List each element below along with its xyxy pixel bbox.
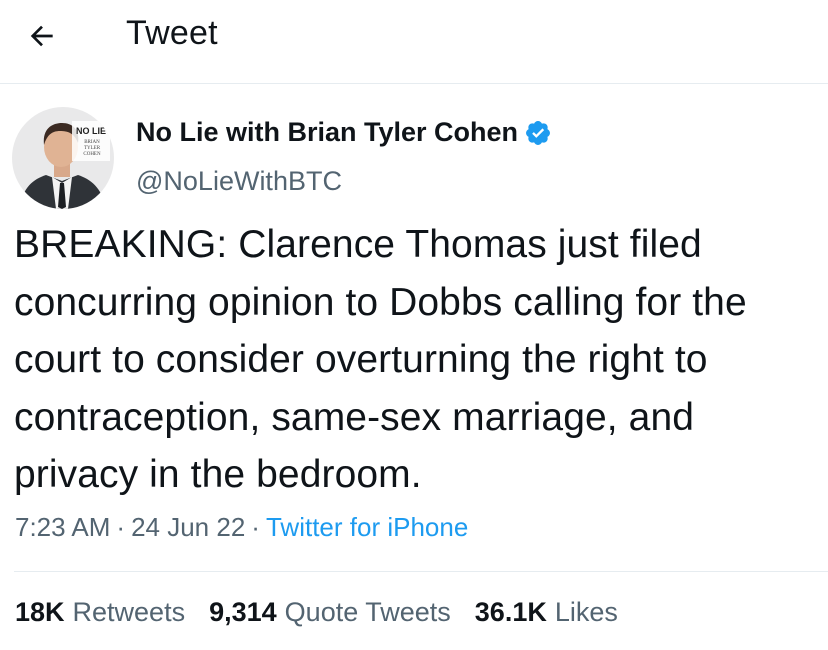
back-button[interactable] <box>22 16 62 56</box>
tweet-stats: 18K Retweets 9,314 Quote Tweets 36.1K Likes <box>15 597 642 628</box>
likes-count: 36.1K <box>474 597 547 627</box>
meta-separator: · <box>116 512 126 542</box>
avatar-logo-text: NO LIE <box>76 126 106 136</box>
retweets-stat[interactable]: 18K Retweets <box>15 597 185 628</box>
quote-tweets-stat[interactable]: 9,314 Quote Tweets <box>209 597 451 628</box>
tweet-date[interactable]: 24 Jun 22 <box>131 512 245 542</box>
quotes-label: Quote Tweets <box>284 597 451 627</box>
divider <box>14 571 828 572</box>
svg-text:COHEN: COHEN <box>83 152 101 157</box>
svg-text:TYLER: TYLER <box>84 146 101 151</box>
svg-text:BRIAN: BRIAN <box>84 140 100 145</box>
tweet-time[interactable]: 7:23 AM <box>15 512 110 542</box>
author-handle[interactable]: @NoLieWithBTC <box>136 166 342 197</box>
retweets-count: 18K <box>15 597 65 627</box>
meta-separator: · <box>251 512 260 542</box>
tweet-meta: 7:23 AM · 24 Jun 22 · Twitter for iPhone <box>15 512 468 543</box>
tweet-text: BREAKING: Clarence Thomas just filed con… <box>14 223 747 496</box>
avatar-image: NO LIE BRIAN TYLER COHEN <box>12 107 114 209</box>
tweet-source-link[interactable]: Twitter for iPhone <box>266 512 468 542</box>
top-bar: Tweet <box>0 0 828 84</box>
likes-label: Likes <box>554 597 618 627</box>
likes-stat[interactable]: 36.1K Likes <box>475 597 618 628</box>
quotes-count: 9,314 <box>209 597 277 627</box>
page-title: Tweet <box>126 14 218 52</box>
author-name-row: No Lie with Brian Tyler Cohen <box>136 117 552 148</box>
verified-badge-icon <box>526 120 551 145</box>
retweets-label: Retweets <box>72 597 186 627</box>
avatar[interactable]: NO LIE BRIAN TYLER COHEN <box>12 107 114 209</box>
author-name[interactable]: No Lie with Brian Tyler Cohen <box>136 117 518 148</box>
arrow-left-icon <box>30 25 53 47</box>
